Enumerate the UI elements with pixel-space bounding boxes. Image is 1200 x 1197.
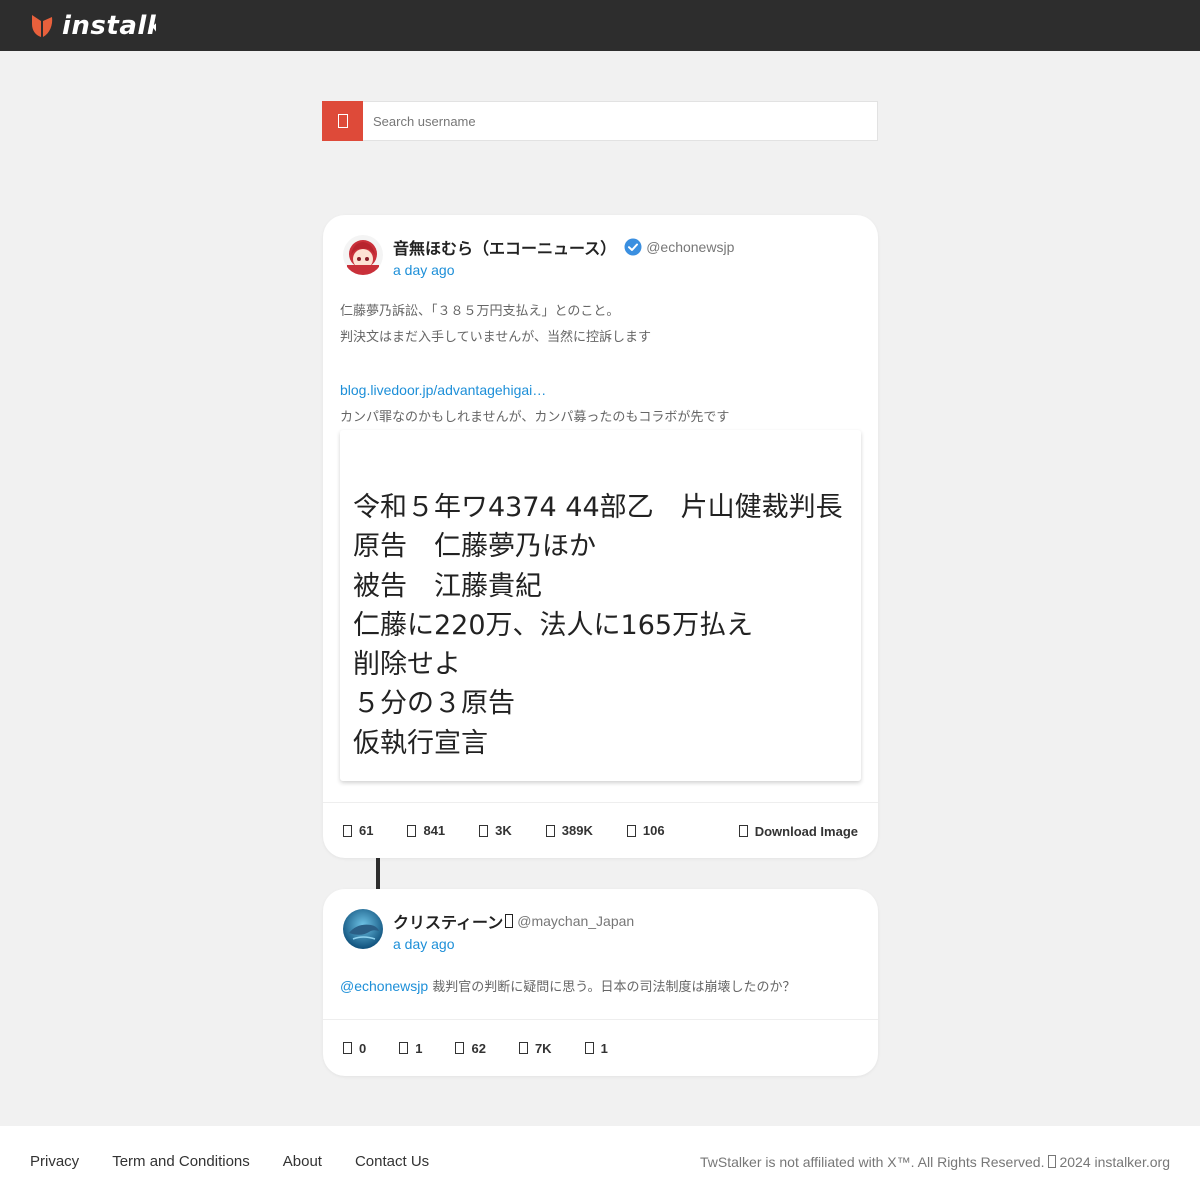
comment-icon	[343, 1042, 352, 1054]
tweet-text-line: カンパ罪なのかもしれませんが、カンパ募ったのもコラボが先です	[340, 410, 730, 425]
comment-count[interactable]: 61	[343, 823, 373, 838]
download-label: Download Image	[754, 823, 858, 839]
views-icon	[518, 1042, 528, 1054]
copyright-icon	[1048, 1155, 1057, 1168]
tweet-stats-bar: 61 841 3K 389K 106 Download Image	[323, 802, 878, 858]
tweet-header: 音無ほむら（エコーニュース） @echonewsjp a day ago	[343, 235, 734, 278]
avatar[interactable]	[343, 235, 383, 275]
reply-body: @echonewsjp 裁判官の判断に疑問に思う。日本の司法制度は崩壊したのか？	[340, 973, 796, 1001]
search-input[interactable]	[363, 102, 877, 140]
bookmark-icon	[584, 1042, 594, 1054]
retweet-count[interactable]: 841	[407, 823, 445, 838]
reply-stats-bar: 0 1 62 7K 1	[323, 1019, 878, 1076]
copyright: TwStalker is not affiliated with X™. All…	[700, 1154, 1170, 1170]
retweet-icon	[399, 1042, 409, 1054]
tweet-timestamp[interactable]: a day ago	[393, 262, 734, 278]
heart-icon	[455, 1042, 465, 1054]
comment-icon	[343, 824, 352, 837]
footer: Privacy Term and Conditions About Contac…	[0, 1126, 1200, 1197]
footer-link-contact[interactable]: Contact Us	[355, 1153, 429, 1170]
stat-value: 7K	[534, 1040, 552, 1056]
views-icon	[545, 824, 555, 837]
tweet-link[interactable]: blog.livedoor.jp/advantagehigai…	[340, 382, 546, 398]
image-text-line: 削除せよ	[353, 649, 461, 681]
stat-value: 0	[359, 1040, 367, 1056]
tweet-text-line: 判決文はまだ入手していませんが、当然に控訴します	[340, 330, 651, 345]
copyright-text: TwStalker is not affiliated with X™. All…	[700, 1153, 1045, 1170]
stat-value: 389K	[561, 823, 593, 838]
like-count[interactable]: 3K	[479, 823, 512, 838]
top-navbar: instalk	[0, 0, 1200, 51]
search-icon	[337, 114, 348, 128]
reply-timestamp[interactable]: a day ago	[393, 936, 634, 952]
author-handle[interactable]: @maychan_Japan	[517, 913, 634, 929]
verified-badge-icon	[624, 238, 642, 256]
mention-link[interactable]: @echonewsjp	[340, 978, 428, 994]
stat-value: 106	[642, 823, 665, 838]
search-bar	[322, 101, 878, 141]
footer-link-terms[interactable]: Term and Conditions	[112, 1153, 250, 1170]
reply-card: クリスティーン @maychan_Japan a day ago @echone…	[323, 889, 878, 1076]
stat-value: 3K	[495, 823, 512, 838]
image-text-line: 原告 仁藤夢乃ほか	[353, 531, 596, 563]
stat-value: 841	[423, 823, 446, 838]
footer-link-about[interactable]: About	[283, 1153, 322, 1170]
copyright-year-site: 2024 instalker.org	[1059, 1153, 1170, 1170]
tweet-text-line: 仁藤夢乃訴訟、「３８５万円支払え」とのこと。	[340, 304, 620, 319]
stat-value: 1	[415, 1040, 423, 1056]
download-icon	[738, 825, 748, 837]
stat-value: 61	[359, 823, 374, 838]
image-text-line: 仁藤に220万、法人に165万払え	[353, 609, 754, 641]
bookmark-count[interactable]: 1	[584, 1040, 608, 1056]
author-handle[interactable]: @echonewsjp	[646, 239, 734, 255]
tweet-body: 仁藤夢乃訴訟、「３８５万円支払え」とのこと。 判決文はまだ入手していませんが、当…	[340, 299, 729, 431]
brand-logo[interactable]: instalk	[30, 11, 156, 41]
instalker-logo-icon	[32, 14, 53, 37]
retweet-icon	[407, 824, 417, 837]
download-image-button[interactable]: Download Image	[738, 803, 858, 859]
bookmark-icon	[626, 824, 636, 837]
stat-value: 1	[600, 1040, 608, 1056]
tweet-image[interactable]: 令和５年ワ4374 44部乙 片山健裁判長 原告 仁藤夢乃ほか 被告 江藤貴紀 …	[340, 430, 861, 781]
search-button[interactable]	[322, 101, 363, 141]
tweet-card: 音無ほむら（エコーニュース） @echonewsjp a day ago 仁藤夢…	[323, 215, 878, 858]
view-count[interactable]: 7K	[518, 1040, 552, 1056]
image-text-line: ５分の３原告	[353, 688, 515, 720]
emoji-placeholder-icon	[505, 914, 514, 928]
brand-name: instalk	[62, 10, 156, 41]
stat-value: 62	[471, 1040, 486, 1056]
author-name[interactable]: 音無ほむら（エコーニュース）	[393, 235, 616, 259]
comment-count[interactable]: 0	[343, 1041, 366, 1056]
footer-link-privacy[interactable]: Privacy	[30, 1153, 79, 1170]
retweet-count[interactable]: 1	[399, 1041, 422, 1056]
thread-connector	[376, 858, 380, 889]
heart-icon	[479, 824, 489, 837]
like-count[interactable]: 62	[455, 1040, 486, 1056]
bookmark-count[interactable]: 106	[626, 823, 665, 838]
avatar[interactable]	[343, 909, 383, 949]
image-text-line: 被告 江藤貴紀	[353, 570, 542, 602]
image-text-line: 令和５年ワ4374 44部乙 片山健裁判長	[353, 492, 843, 523]
author-name[interactable]: クリスティーン	[393, 909, 503, 933]
reply-header: クリスティーン @maychan_Japan a day ago	[343, 909, 634, 952]
footer-links: Privacy Term and Conditions About Contac…	[30, 1153, 462, 1170]
reply-text: 裁判官の判断に疑問に思う。日本の司法制度は崩壊したのか？	[428, 980, 796, 995]
tweet-text-line	[340, 351, 729, 377]
view-count[interactable]: 389K	[545, 823, 593, 838]
image-text-line: 仮執行宣言	[353, 727, 488, 759]
